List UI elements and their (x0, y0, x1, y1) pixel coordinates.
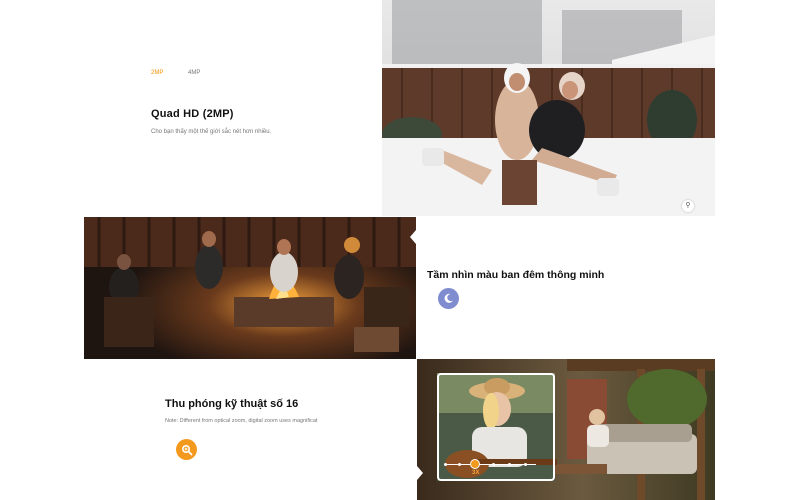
zoom-slider-tick (492, 463, 495, 466)
section-hd-description: Cho bạn thấy một thế giới sắc nét hơn nh… (151, 129, 272, 135)
section-night-title: Tầm nhìn màu ban đêm thông minh (427, 269, 605, 281)
zoom-slider-tick (458, 463, 461, 466)
zoom-slider-handle[interactable] (470, 459, 480, 469)
winter-couple-photo (382, 0, 715, 216)
magnifier-icon[interactable] (176, 439, 197, 460)
section-zoom-title: Thu phóng kỹ thuật số 16 (165, 398, 299, 410)
location-pin-icon[interactable]: ⚲ (682, 200, 694, 212)
zoom-level-label: 3X (472, 470, 480, 476)
section-hd-title: Quad HD (2MP) (151, 108, 234, 120)
image-notch-left (417, 466, 423, 480)
tab-2mp[interactable]: 2MP (151, 70, 163, 76)
campfire-night-photo (84, 217, 416, 359)
moon-icon[interactable] (438, 288, 459, 309)
zoom-slider-tick (444, 463, 447, 466)
zoom-slider-tick (524, 463, 527, 466)
image-notch-right (410, 230, 416, 244)
zoom-slider-tick (508, 463, 511, 466)
section-zoom-note: Note: Different from optical zoom, digit… (165, 418, 318, 424)
tab-4mp[interactable]: 4MP (188, 70, 200, 76)
